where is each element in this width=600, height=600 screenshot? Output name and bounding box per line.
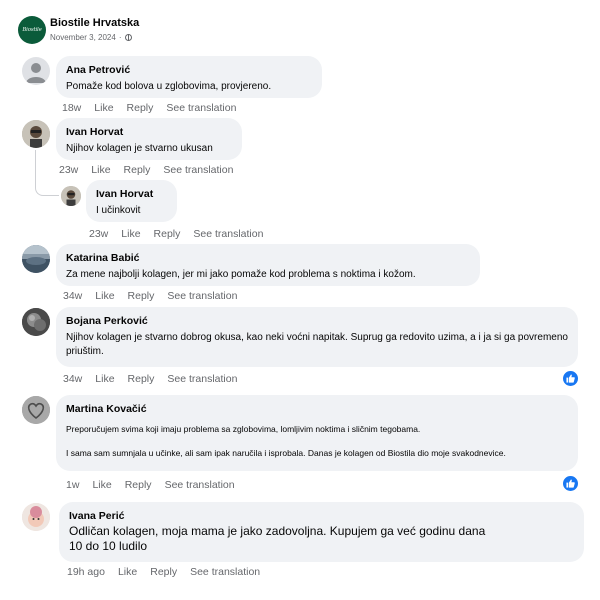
default-avatar-icon xyxy=(26,63,46,83)
comment-author[interactable]: Katarina Babić xyxy=(66,252,470,264)
comment-actions: 19h ago Like Reply See translation xyxy=(67,566,273,578)
reply-button[interactable]: Reply xyxy=(125,479,152,491)
like-reaction-badge[interactable] xyxy=(563,371,578,386)
comment-text: I učinkovit xyxy=(96,205,141,216)
comment-bubble: Katarina Babić Za mene najbolji kolagen,… xyxy=(56,244,480,286)
see-translation-button[interactable]: See translation xyxy=(193,228,263,240)
comment-age[interactable]: 19h ago xyxy=(67,566,105,578)
avatar[interactable] xyxy=(22,57,50,85)
profile-photo xyxy=(22,120,50,148)
reply-bubble: Ivan Horvat I učinkovit xyxy=(86,180,177,222)
avatar[interactable] xyxy=(22,396,50,424)
reply-button[interactable]: Reply xyxy=(128,290,155,302)
comment-actions: 1w Like Reply See translation xyxy=(66,479,248,491)
comment-author[interactable]: Ana Petrović xyxy=(66,64,312,76)
reply-button[interactable]: Reply xyxy=(150,566,177,578)
comment-text: Za mene najbolji kolagen, jer mi jako po… xyxy=(66,269,416,280)
post-date[interactable]: November 3, 2024 xyxy=(50,33,116,42)
page-name[interactable]: Biostile Hrvatska xyxy=(50,17,139,29)
comment-age[interactable]: 34w xyxy=(63,290,82,302)
comment-actions: 18w Like Reply See translation xyxy=(62,102,249,114)
avatar[interactable] xyxy=(22,245,50,273)
comment-author[interactable]: Ivana Perić xyxy=(69,510,574,522)
like-reaction-badge[interactable] xyxy=(563,476,578,491)
reply-button[interactable]: Reply xyxy=(128,373,155,385)
comment-actions: 23w Like Reply See translation xyxy=(59,164,246,176)
comment-bubble: Martina Kovačić Preporučujem svima koji … xyxy=(56,395,578,471)
comment-text: Pomaže kod bolova u zglobovima, provjere… xyxy=(66,81,272,92)
reply-button[interactable]: Reply xyxy=(154,228,181,240)
meta-separator: · xyxy=(118,33,122,42)
comment-actions: 23w Like Reply See translation xyxy=(89,228,276,240)
like-button[interactable]: Like xyxy=(121,228,140,240)
avatar[interactable] xyxy=(22,503,50,531)
page-logo[interactable]: Biostile xyxy=(18,16,46,44)
comment-age[interactable]: 23w xyxy=(59,164,78,176)
see-translation-button[interactable]: See translation xyxy=(163,164,233,176)
post-meta: November 3, 2024 · xyxy=(50,33,132,42)
logo-text: Biostile xyxy=(22,27,42,33)
like-button[interactable]: Like xyxy=(94,102,113,114)
see-translation-button[interactable]: See translation xyxy=(165,479,235,491)
comment-bubble: Ivana Perić Odličan kolagen, moja mama j… xyxy=(59,502,584,562)
comment-bubble: Ana Petrović Pomaže kod bolova u zglobov… xyxy=(56,56,322,98)
like-icon xyxy=(566,479,575,488)
like-button[interactable]: Like xyxy=(118,566,137,578)
reply-button[interactable]: Reply xyxy=(127,102,154,114)
like-button[interactable]: Like xyxy=(92,479,111,491)
profile-photo xyxy=(22,503,50,531)
comment-actions: 34w Like Reply See translation xyxy=(63,290,250,302)
comment-bubble: Bojana Perković Njihov kolagen je stvarn… xyxy=(56,307,578,367)
comment-bubble: Ivan Horvat Njihov kolagen je stvarno uk… xyxy=(56,118,242,160)
comment-age[interactable]: 34w xyxy=(63,373,82,385)
comment-actions: 34w Like Reply See translation xyxy=(63,373,250,385)
comment-author[interactable]: Ivan Horvat xyxy=(66,126,232,138)
comment-text: Odličan kolagen, moja mama je jako zadov… xyxy=(69,524,486,553)
like-icon xyxy=(566,374,575,383)
see-translation-button[interactable]: See translation xyxy=(166,102,236,114)
comment-text: Njihov kolagen je stvarno dobrog okusa, … xyxy=(66,332,568,357)
comment-text: Preporučujem svima koji imaju problema s… xyxy=(66,424,506,458)
avatar[interactable] xyxy=(61,186,81,206)
reply-button[interactable]: Reply xyxy=(124,164,151,176)
see-translation-button[interactable]: See translation xyxy=(167,373,237,385)
like-button[interactable]: Like xyxy=(95,290,114,302)
like-button[interactable]: Like xyxy=(95,373,114,385)
comment-text: Njihov kolagen je stvarno ukusan xyxy=(66,143,213,154)
see-translation-button[interactable]: See translation xyxy=(167,290,237,302)
comment-author[interactable]: Martina Kovačić xyxy=(66,403,568,415)
comment-age[interactable]: 1w xyxy=(66,479,79,491)
comment-age[interactable]: 23w xyxy=(89,228,108,240)
profile-photo xyxy=(22,308,50,336)
profile-photo xyxy=(22,396,50,424)
comment-author[interactable]: Ivan Horvat xyxy=(96,188,167,200)
globe-icon xyxy=(124,34,132,41)
see-translation-button[interactable]: See translation xyxy=(190,566,260,578)
avatar[interactable] xyxy=(22,120,50,148)
profile-photo xyxy=(61,186,81,206)
profile-photo xyxy=(22,245,50,273)
avatar[interactable] xyxy=(22,308,50,336)
comment-age[interactable]: 18w xyxy=(62,102,81,114)
comment-author[interactable]: Bojana Perković xyxy=(66,315,568,327)
like-button[interactable]: Like xyxy=(91,164,110,176)
reply-thread-line xyxy=(35,150,59,196)
